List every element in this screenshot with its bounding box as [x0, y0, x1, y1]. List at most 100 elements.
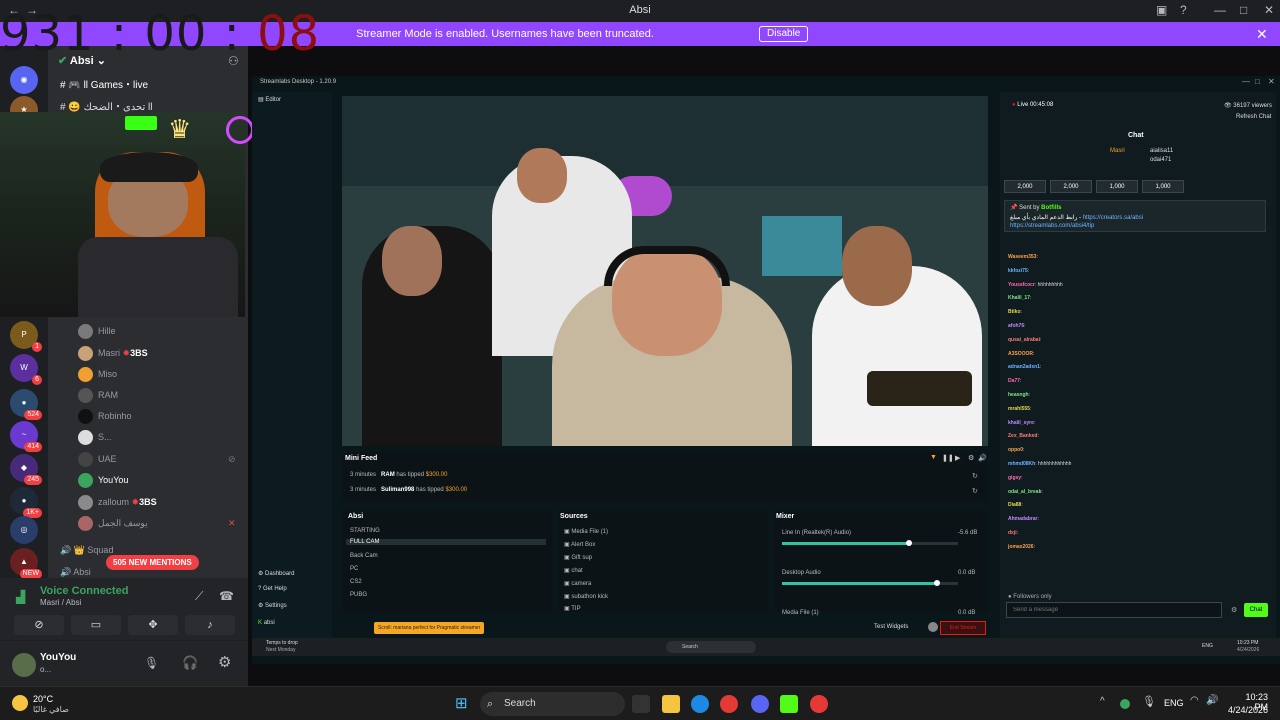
channel-challenge[interactable]: # 😀 تحدي・الضحك ll	[60, 98, 153, 113]
chat-username[interactable]: mrahl555	[1008, 406, 1030, 412]
channel-games-live[interactable]: # 🎮 ll Games・live	[60, 76, 148, 91]
source-item[interactable]: ▣ Alert Box	[564, 541, 595, 548]
tray-app-icon[interactable]	[1120, 699, 1130, 709]
source-item[interactable]: ▣ TIP	[564, 605, 581, 612]
member-item[interactable]: RAM	[78, 386, 118, 404]
chat-username[interactable]: odai_al_break	[1008, 489, 1041, 495]
chat-username[interactable]: heasngh	[1008, 392, 1029, 398]
nav-help[interactable]: ? Get Help	[258, 586, 287, 592]
close-icon[interactable]: ✕	[1268, 77, 1275, 86]
noise-suppression-icon[interactable]: ⟋	[195, 589, 203, 604]
app-icon[interactable]	[810, 695, 828, 713]
server-icon[interactable]: P1	[10, 321, 42, 352]
settings-icon[interactable]: ⚙	[1231, 606, 1237, 614]
member-item[interactable]: UAE ⊘	[78, 450, 236, 468]
pinned-link[interactable]: https://creators.sa/absi	[1083, 215, 1143, 221]
refresh-chat-button[interactable]: Refresh Chat	[1236, 114, 1271, 120]
nav-account[interactable]: K absi	[258, 620, 275, 626]
chat-username[interactable]: khalil_syre	[1008, 420, 1034, 426]
wifi-icon[interactable]: ◠	[1190, 695, 1199, 706]
member-item[interactable]: يوسف الجمل ✕	[78, 514, 236, 532]
scene-item[interactable]: STARTING	[350, 528, 380, 534]
member-item[interactable]: zalloum ✸3BS	[78, 493, 157, 511]
server-icon[interactable]: ● 524	[10, 389, 42, 420]
member-item[interactable]: Masri ✸3BS	[78, 344, 148, 362]
chat-username[interactable]: adnan2adsn1	[1008, 364, 1040, 370]
file-explorer-icon[interactable]	[662, 695, 680, 713]
scene-item[interactable]: PUBG	[350, 592, 367, 598]
server-icon[interactable]: ▲ NEW	[10, 548, 42, 579]
soundboard-button[interactable]: ♪	[185, 615, 235, 635]
nav-dashboard[interactable]: ⚙ Dashboard	[258, 570, 294, 577]
gift-chip[interactable]: 2,000	[1050, 180, 1092, 193]
minimize-icon[interactable]: —	[1214, 3, 1226, 17]
member-item[interactable]: S...	[78, 428, 112, 446]
chat-username[interactable]: dxji	[1008, 530, 1017, 536]
chat-username[interactable]: oppo0	[1008, 447, 1023, 453]
task-view-icon[interactable]	[632, 695, 650, 713]
voice-channel-name[interactable]: Masri / Absi	[40, 598, 81, 607]
chat-username[interactable]: Dia88	[1008, 502, 1021, 508]
member-item[interactable]: Hille	[78, 322, 116, 340]
direct-messages-icon[interactable]: ◉	[10, 66, 38, 94]
replay-icon[interactable]: ↻	[972, 487, 978, 495]
source-item[interactable]: ▣ chat	[564, 567, 583, 574]
weather-icon[interactable]	[12, 695, 28, 711]
headphones-icon[interactable]: 🎧	[182, 655, 198, 671]
language-indicator[interactable]: ENG	[1164, 698, 1184, 708]
discord-icon[interactable]	[751, 695, 769, 713]
gift-chip[interactable]: 1,000	[1096, 180, 1138, 193]
chat-username[interactable]: kkfozi75	[1008, 268, 1028, 274]
share-screen-button[interactable]: ▭	[71, 615, 121, 635]
nav-settings[interactable]: ⚙ Settings	[258, 602, 287, 609]
chat-username[interactable]: Btiko	[1008, 309, 1021, 315]
chat-username[interactable]: Waseem353	[1008, 254, 1036, 260]
chat-input[interactable]	[1006, 602, 1222, 618]
chat-username[interactable]: Youssfcocr	[1008, 282, 1035, 288]
volume-slider[interactable]	[782, 540, 958, 546]
close-window-icon[interactable]: ✕	[1264, 3, 1274, 17]
chat-username[interactable]: jomax2026	[1008, 544, 1034, 550]
show-hidden-icon[interactable]: ^	[1100, 696, 1105, 707]
taskbar-search[interactable]: ⌕ Search	[480, 692, 625, 716]
chat-username[interactable]: Khalil_17	[1008, 295, 1030, 301]
server-icon[interactable]: ~414	[10, 421, 42, 452]
volume-slider[interactable]	[782, 580, 958, 586]
source-item[interactable]: ▣ camera	[564, 580, 591, 587]
source-item[interactable]: ▣ subathon kick	[564, 593, 608, 600]
source-item[interactable]: ▣ Media File (1)	[564, 528, 608, 535]
gift-chip[interactable]: 2,000	[1004, 180, 1046, 193]
microphone-icon[interactable]: 🎙	[1142, 695, 1156, 708]
member-item[interactable]: Miso	[78, 365, 117, 383]
minimize-icon[interactable]: —	[1242, 77, 1250, 86]
server-icon[interactable]: ◆ 245	[10, 454, 42, 485]
chat-username[interactable]: Zex_Banked	[1008, 433, 1037, 439]
server-icon[interactable]: ● 1K+	[10, 487, 42, 518]
server-icon[interactable]: ◎	[10, 516, 38, 544]
scene-item-active[interactable]: FULL CAM	[346, 539, 546, 545]
disconnect-icon[interactable]: ☎	[219, 589, 234, 603]
slider-handle[interactable]	[933, 580, 940, 586]
nav-editor[interactable]: ▤ Editor	[258, 96, 281, 103]
chat-username[interactable]: qusai_alrabai	[1008, 337, 1040, 343]
server-icon[interactable]: W6	[10, 354, 42, 385]
pinned-link[interactable]: https://streamlabs.com/absi4/tip	[1010, 223, 1094, 229]
scene-item[interactable]: Back Cam	[350, 553, 378, 559]
scene-item[interactable]: CS2	[350, 579, 362, 585]
slider-handle[interactable]	[905, 540, 912, 546]
avatar[interactable]	[12, 653, 36, 677]
edge-icon[interactable]	[691, 695, 709, 713]
end-stream-button[interactable]: End Stream	[940, 621, 986, 635]
chat-username[interactable]: mhmd08Kh	[1008, 461, 1035, 467]
voice-channel-squad[interactable]: 🔊 👑 Squad	[60, 541, 113, 559]
chrome-icon[interactable]	[720, 695, 738, 713]
chat-username[interactable]: gigsy	[1008, 475, 1021, 481]
chat-username[interactable]: Ahmadabrar	[1008, 516, 1037, 522]
chat-username[interactable]: A3SOOOR	[1008, 351, 1033, 357]
gear-icon[interactable]: ⚙	[218, 653, 231, 671]
replay-icon[interactable]: ↻	[972, 472, 978, 480]
clock-date[interactable]: 4/24/2026	[1216, 705, 1268, 715]
test-widgets-button[interactable]: Test Widgets	[874, 624, 908, 630]
member-item[interactable]: YouYou	[78, 471, 128, 489]
close-banner-icon[interactable]: ✕	[1256, 26, 1268, 43]
